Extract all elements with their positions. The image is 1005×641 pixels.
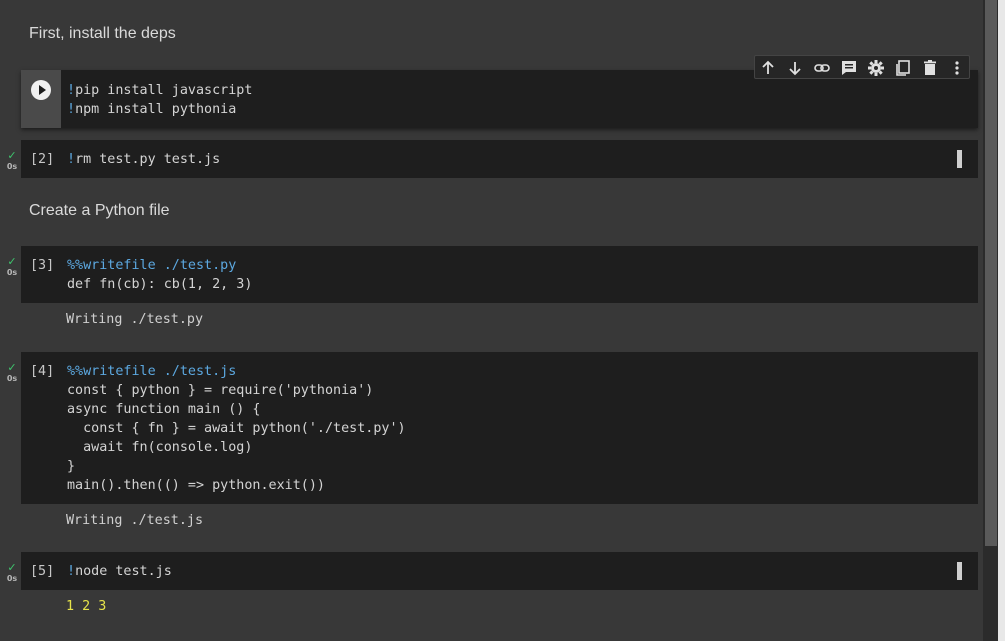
- code-line: await fn(console.log): [67, 440, 253, 455]
- code-cell-node[interactable]: [5] !node test.js: [21, 552, 978, 590]
- gear-icon[interactable]: [866, 58, 886, 78]
- bang-prefix: !: [67, 102, 76, 117]
- cell-output: Writing ./test.py: [66, 312, 204, 327]
- code-cell-writefile-js[interactable]: [4] %%writefile ./test.js const { python…: [21, 352, 978, 504]
- cell-duration: 0s: [6, 162, 18, 171]
- code-editor[interactable]: !node test.js: [67, 562, 172, 581]
- mirror-cell-icon[interactable]: [893, 58, 913, 78]
- code-line-1: pip install javascript: [75, 83, 253, 98]
- window-edge: [998, 0, 1005, 641]
- magic-command: %%writefile ./test.py: [67, 258, 237, 273]
- execution-count: [2]: [30, 152, 55, 167]
- cell-output: 1 2 3: [66, 599, 107, 614]
- arrow-down-icon[interactable]: [785, 58, 805, 78]
- cell-status: ✓ 0s: [4, 257, 20, 278]
- cell-duration: 0s: [6, 374, 18, 383]
- cell-status: ✓ 0s: [4, 563, 20, 584]
- cell-duration: 0s: [6, 574, 18, 583]
- run-gutter: [21, 70, 61, 128]
- bang-prefix: !: [67, 83, 76, 98]
- cell-duration: 0s: [6, 268, 18, 277]
- comment-icon[interactable]: [839, 58, 859, 78]
- check-icon: ✓: [7, 562, 17, 574]
- scroll-indicator: [957, 562, 962, 580]
- cell-output: Writing ./test.js: [66, 513, 204, 528]
- markdown-cell-python-heading: Create a Python file: [29, 202, 170, 219]
- magic-command: %%writefile ./test.js: [67, 364, 237, 379]
- scrollbar-thumb[interactable]: [985, 0, 997, 546]
- execution-count: [5]: [30, 564, 55, 579]
- more-vert-icon[interactable]: [947, 58, 967, 78]
- markdown-cell-install-heading: First, install the deps: [29, 25, 176, 42]
- bang-prefix: !: [67, 152, 76, 167]
- run-cell-button[interactable]: [31, 80, 51, 100]
- code-editor[interactable]: %%writefile ./test.js const { python } =…: [67, 362, 406, 495]
- bang-prefix: !: [67, 564, 76, 579]
- cell-toolbar: [754, 55, 970, 79]
- notebook-page: First, install the deps !pip install jav…: [0, 0, 983, 641]
- code-cell-writefile-py[interactable]: [3] %%writefile ./test.py def fn(cb): cb…: [21, 246, 978, 303]
- cell-status: ✓ 0s: [4, 363, 20, 384]
- execution-count: [3]: [30, 258, 55, 273]
- scroll-indicator: [957, 150, 962, 168]
- code-line: async function main () {: [67, 402, 261, 417]
- code-line: main().then(() => python.exit()): [67, 478, 325, 493]
- code-line: }: [67, 459, 76, 474]
- code-line: const { fn } = await python('./test.py'): [67, 421, 406, 436]
- execution-count: [4]: [30, 364, 55, 379]
- check-icon: ✓: [7, 362, 17, 374]
- check-icon: ✓: [7, 256, 17, 268]
- cell-status: ✓ 0s: [4, 151, 20, 172]
- arrow-up-icon[interactable]: [758, 58, 778, 78]
- code-line: def fn(cb): cb(1, 2, 3): [67, 277, 253, 292]
- code-cell-rm[interactable]: [2] !rm test.py test.js: [21, 140, 978, 178]
- code-line: const { python } = require('pythonia'): [67, 383, 374, 398]
- check-icon: ✓: [7, 150, 17, 162]
- code-line: node test.js: [75, 564, 172, 579]
- trash-icon[interactable]: [920, 58, 940, 78]
- code-editor[interactable]: !pip install javascript !npm install pyt…: [67, 81, 252, 119]
- link-icon[interactable]: [812, 58, 832, 78]
- code-line-2: npm install pythonia: [75, 102, 237, 117]
- code-editor[interactable]: !rm test.py test.js: [67, 150, 220, 169]
- code-line: rm test.py test.js: [75, 152, 221, 167]
- code-editor[interactable]: %%writefile ./test.py def fn(cb): cb(1, …: [67, 256, 252, 294]
